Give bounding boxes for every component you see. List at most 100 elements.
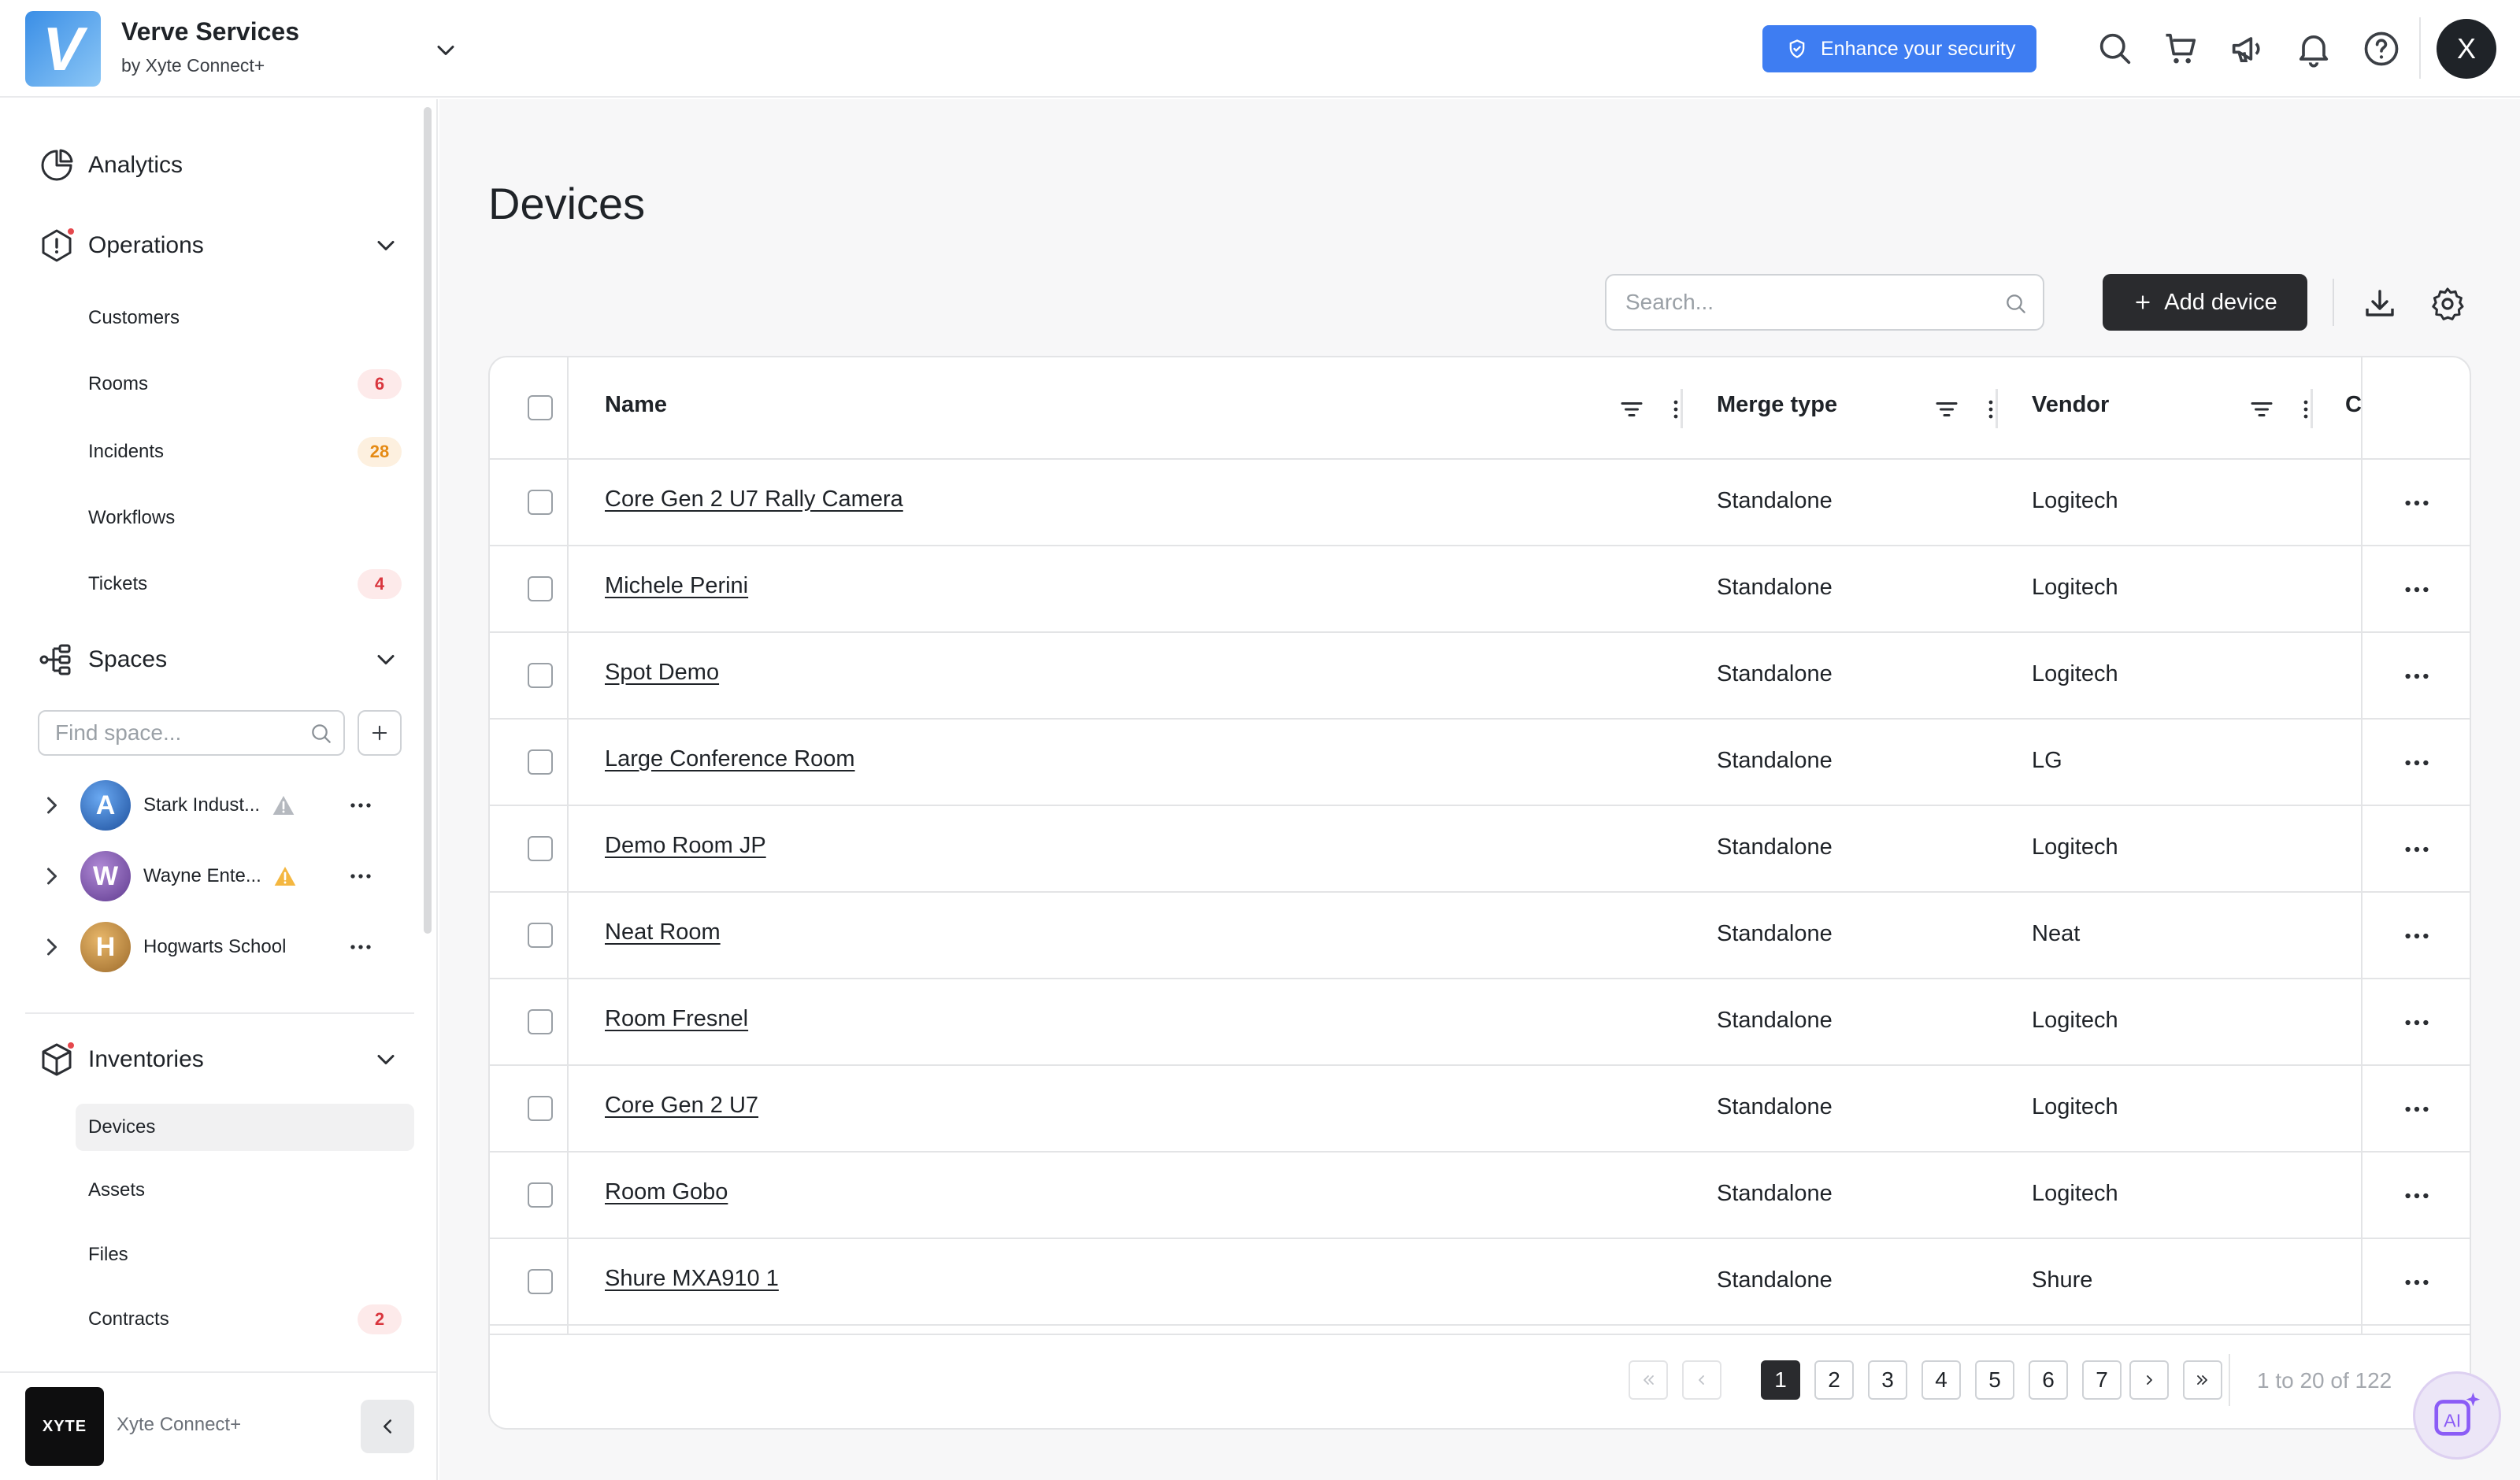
sidebar-item-tickets[interactable]: Tickets 4 bbox=[76, 561, 414, 608]
download-icon[interactable] bbox=[2361, 285, 2399, 323]
sidebar-item-analytics[interactable]: Analytics bbox=[38, 142, 400, 189]
column-header-name[interactable]: Name bbox=[605, 392, 667, 418]
space-item-hogwarts[interactable]: H Hogwarts School bbox=[38, 919, 416, 975]
add-device-button[interactable]: Add device bbox=[2103, 274, 2307, 331]
sidebar-item-inventories[interactable]: Inventories bbox=[38, 1036, 400, 1083]
row-checkbox[interactable] bbox=[528, 836, 553, 861]
device-name-link[interactable]: Spot Demo bbox=[605, 660, 719, 686]
row-checkbox[interactable] bbox=[528, 749, 553, 775]
sidebar-item-workflows[interactable]: Workflows bbox=[76, 494, 414, 542]
more-horizontal-icon[interactable] bbox=[2400, 1093, 2433, 1126]
page-number-button[interactable]: 4 bbox=[1922, 1360, 1961, 1400]
xyte-logo[interactable]: XYTE bbox=[25, 1387, 104, 1466]
prev-page-button[interactable] bbox=[1682, 1360, 1721, 1400]
sidebar-item-customers[interactable]: Customers bbox=[76, 294, 414, 342]
chevron-down-icon[interactable] bbox=[432, 36, 460, 65]
user-avatar[interactable]: X bbox=[2437, 19, 2496, 79]
bell-icon[interactable] bbox=[2293, 28, 2334, 69]
column-header-merge-type[interactable]: Merge type bbox=[1717, 392, 1837, 418]
row-checkbox[interactable] bbox=[528, 663, 553, 688]
more-horizontal-icon[interactable] bbox=[2400, 1006, 2433, 1039]
column-resizer[interactable] bbox=[1996, 389, 1998, 428]
chevron-down-icon[interactable] bbox=[372, 231, 400, 260]
add-space-button[interactable] bbox=[358, 710, 402, 756]
chevron-right-icon[interactable] bbox=[38, 791, 66, 820]
last-page-button[interactable] bbox=[2183, 1360, 2222, 1400]
space-item-stark[interactable]: A Stark Indust... bbox=[38, 778, 416, 833]
more-horizontal-icon[interactable] bbox=[345, 931, 376, 963]
device-name-link[interactable]: Shure MXA910 1 bbox=[605, 1266, 779, 1292]
page-number-button[interactable]: 7 bbox=[2082, 1360, 2122, 1400]
sidebar-item-contracts[interactable]: Contracts 2 bbox=[76, 1296, 414, 1343]
row-checkbox[interactable] bbox=[528, 576, 553, 601]
page-number-button[interactable]: 3 bbox=[1868, 1360, 1907, 1400]
more-horizontal-icon[interactable] bbox=[2400, 660, 2433, 693]
row-checkbox[interactable] bbox=[528, 1269, 553, 1294]
chevron-right-icon[interactable] bbox=[38, 933, 66, 961]
first-page-button[interactable] bbox=[1629, 1360, 1668, 1400]
filter-icon[interactable] bbox=[1933, 395, 1961, 424]
row-checkbox[interactable] bbox=[528, 1096, 553, 1121]
device-name-link[interactable]: Large Conference Room bbox=[605, 746, 855, 772]
device-name-link[interactable]: Room Fresnel bbox=[605, 1006, 748, 1032]
chevron-down-icon[interactable] bbox=[372, 1045, 400, 1074]
sidebar-item-spaces[interactable]: Spaces bbox=[38, 636, 400, 683]
device-name-link[interactable]: Core Gen 2 U7 Rally Camera bbox=[605, 487, 903, 512]
more-vertical-icon[interactable] bbox=[2292, 395, 2320, 424]
sidebar-scrollbar[interactable] bbox=[424, 107, 432, 934]
column-resizer[interactable] bbox=[2311, 389, 2313, 428]
filter-icon[interactable] bbox=[2248, 395, 2276, 424]
row-checkbox[interactable] bbox=[528, 490, 553, 515]
more-horizontal-icon[interactable] bbox=[2400, 1266, 2433, 1299]
row-checkbox[interactable] bbox=[528, 923, 553, 948]
search-input[interactable]: Search... bbox=[1605, 274, 2044, 331]
ai-assistant-button[interactable]: AI bbox=[2413, 1371, 2501, 1460]
gear-icon[interactable] bbox=[2429, 285, 2466, 323]
org-logo[interactable]: V bbox=[25, 11, 101, 87]
sidebar-item-files[interactable]: Files bbox=[76, 1231, 414, 1278]
space-item-wayne[interactable]: W Wayne Ente... bbox=[38, 849, 416, 904]
sidebar-item-devices[interactable]: Devices bbox=[76, 1104, 414, 1151]
more-horizontal-icon[interactable] bbox=[2400, 919, 2433, 953]
more-horizontal-icon[interactable] bbox=[2400, 1179, 2433, 1212]
sidebar-item-assets[interactable]: Assets bbox=[76, 1167, 414, 1214]
filter-icon[interactable] bbox=[1618, 395, 1646, 424]
column-header-vendor[interactable]: Vendor bbox=[2032, 392, 2109, 418]
help-icon[interactable] bbox=[2361, 28, 2402, 69]
more-horizontal-icon[interactable] bbox=[2400, 573, 2433, 606]
device-name-link[interactable]: Demo Room JP bbox=[605, 833, 766, 859]
more-horizontal-icon[interactable] bbox=[345, 860, 376, 892]
megaphone-icon[interactable] bbox=[2227, 28, 2268, 69]
device-name-link[interactable]: Michele Perini bbox=[605, 573, 748, 599]
more-horizontal-icon[interactable] bbox=[345, 790, 376, 821]
enhance-security-button[interactable]: Enhance your security bbox=[1762, 25, 2036, 72]
page-number-button[interactable]: 6 bbox=[2029, 1360, 2068, 1400]
more-vertical-icon[interactable] bbox=[1662, 395, 1690, 424]
column-resizer[interactable] bbox=[1681, 389, 1683, 428]
select-all-checkbox[interactable] bbox=[528, 395, 553, 420]
org-name[interactable]: Verve Services bbox=[121, 17, 299, 46]
device-name-link[interactable]: Neat Room bbox=[605, 919, 721, 945]
device-name-link[interactable]: Room Gobo bbox=[605, 1179, 728, 1205]
find-space-input[interactable]: Find space... bbox=[38, 710, 345, 756]
page-number-button[interactable]: 1 bbox=[1761, 1360, 1800, 1400]
more-horizontal-icon[interactable] bbox=[2400, 746, 2433, 779]
more-vertical-icon[interactable] bbox=[1977, 395, 2005, 424]
column-header-truncated[interactable]: C bbox=[2345, 392, 2361, 418]
more-horizontal-icon[interactable] bbox=[2400, 833, 2433, 866]
sidebar-item-incidents[interactable]: Incidents 28 bbox=[76, 428, 414, 475]
sidebar-item-operations[interactable]: Operations bbox=[38, 222, 400, 269]
search-icon[interactable] bbox=[2095, 28, 2136, 69]
sidebar-item-rooms[interactable]: Rooms 6 bbox=[76, 361, 414, 408]
more-horizontal-icon[interactable] bbox=[2400, 487, 2433, 520]
collapse-sidebar-button[interactable] bbox=[361, 1400, 414, 1453]
chevron-down-icon[interactable] bbox=[372, 646, 400, 674]
page-number-button[interactable]: 5 bbox=[1975, 1360, 2014, 1400]
chevron-right-icon[interactable] bbox=[38, 862, 66, 890]
device-name-link[interactable]: Core Gen 2 U7 bbox=[605, 1093, 758, 1119]
page-number-button[interactable]: 2 bbox=[1814, 1360, 1854, 1400]
next-page-button[interactable] bbox=[2129, 1360, 2169, 1400]
row-checkbox[interactable] bbox=[528, 1009, 553, 1034]
cart-icon[interactable] bbox=[2161, 28, 2202, 69]
row-checkbox[interactable] bbox=[528, 1182, 553, 1208]
